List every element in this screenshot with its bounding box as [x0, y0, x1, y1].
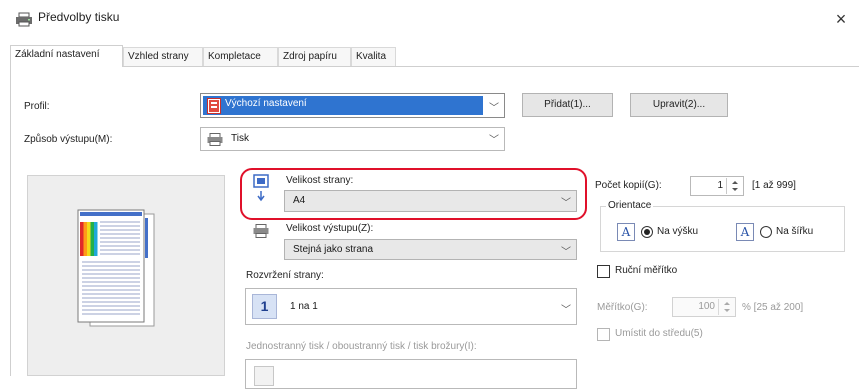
page-size-select[interactable]: A4 ﹀ [284, 190, 577, 212]
scale-spinner[interactable]: 100 [672, 297, 736, 317]
edit-profile-button[interactable]: Upravit(2)... [630, 93, 728, 117]
duplex-select[interactable] [245, 359, 577, 389]
output-size-label: Velikost výstupu(Z): [286, 223, 374, 234]
scale-spin-buttons[interactable] [718, 299, 734, 315]
page-size-value: A4 [293, 195, 306, 206]
page-size-icon [253, 174, 269, 202]
output-size-value: Stejná jako strana [293, 244, 374, 255]
duplex-label: Jednostranný tisk / oboustranný tisk / t… [246, 341, 477, 352]
duplex-icon [254, 366, 274, 386]
output-method-value: Tisk [231, 133, 249, 144]
copies-spin-buttons[interactable] [726, 178, 742, 194]
printer-icon [16, 12, 32, 27]
page-preview [27, 175, 225, 376]
manual-scale-label: Ruční měřítko [615, 265, 678, 276]
title-bar: Předvolby tisku × [0, 0, 859, 40]
output-method-label: Způsob výstupu(M): [24, 134, 113, 145]
orientation-label: Orientace [606, 200, 654, 211]
tab-strip: Základní nastavení Vzhled strany Komplet… [10, 45, 859, 67]
output-method-select[interactable]: Tisk ﹀ [200, 127, 505, 151]
preview-pages-image [77, 209, 155, 327]
spin-arrows-icon [724, 302, 730, 312]
landscape-label: Na šířku [776, 226, 814, 237]
output-size-select[interactable]: Stejná jako strana ﹀ [284, 239, 577, 260]
window-title: Předvolby tisku [38, 10, 120, 24]
spin-arrows-icon [732, 181, 738, 191]
chevron-down-icon: ﹀ [489, 135, 499, 146]
portrait-icon: A [617, 223, 635, 241]
chevron-down-icon: ﹀ [561, 247, 571, 258]
profile-icon [207, 98, 221, 114]
tab-quality[interactable]: Kvalita [351, 47, 396, 66]
tab-paper-source[interactable]: Zdroj papíru [278, 47, 351, 66]
profile-select[interactable]: Výchozí nastavení ﹀ [200, 93, 505, 118]
add-profile-button[interactable]: Přidat(1)... [522, 93, 613, 117]
scale-label: Měřítko(G): [597, 302, 648, 313]
output-size-icon [253, 224, 269, 238]
tab-page-setup[interactable]: Vzhled strany [123, 47, 203, 66]
print-preferences-window: Předvolby tisku × Základní nastavení Vzh… [0, 0, 859, 389]
page-layout-value: 1 na 1 [290, 301, 318, 312]
page-size-label: Velikost strany: [286, 175, 354, 186]
copies-value: 1 [717, 180, 723, 191]
tab-basic-settings[interactable]: Základní nastavení [10, 45, 123, 67]
profile-label: Profil: [24, 101, 50, 112]
tab-finishing[interactable]: Kompletace [203, 47, 278, 66]
copies-label: Počet kopií(G): [595, 180, 662, 191]
chevron-down-icon: ﹀ [561, 305, 571, 316]
portrait-radio[interactable] [641, 226, 653, 238]
layout-1-on-1-icon: 1 [252, 294, 277, 319]
profile-value: Výchozí nastavení [225, 98, 307, 109]
page-layout-select[interactable]: 1 1 na 1 ﹀ [245, 288, 577, 325]
portrait-label: Na výšku [657, 226, 699, 237]
printer-icon [207, 133, 223, 146]
landscape-icon: A [736, 223, 754, 241]
close-button[interactable]: × [826, 6, 856, 32]
copies-spinner[interactable]: 1 [690, 176, 744, 196]
scale-range: % [25 až 200] [742, 302, 804, 313]
page-layout-label: Rozvržení strany: [246, 270, 324, 281]
center-checkbox[interactable] [597, 328, 610, 341]
copies-range: [1 až 999] [752, 180, 796, 191]
landscape-radio[interactable] [760, 226, 772, 238]
chevron-down-icon: ﹀ [489, 103, 499, 114]
center-label: Umístit do středu(5) [615, 328, 703, 339]
chevron-down-icon: ﹀ [561, 198, 571, 209]
manual-scale-checkbox[interactable] [597, 265, 610, 278]
scale-value: 100 [698, 301, 715, 312]
